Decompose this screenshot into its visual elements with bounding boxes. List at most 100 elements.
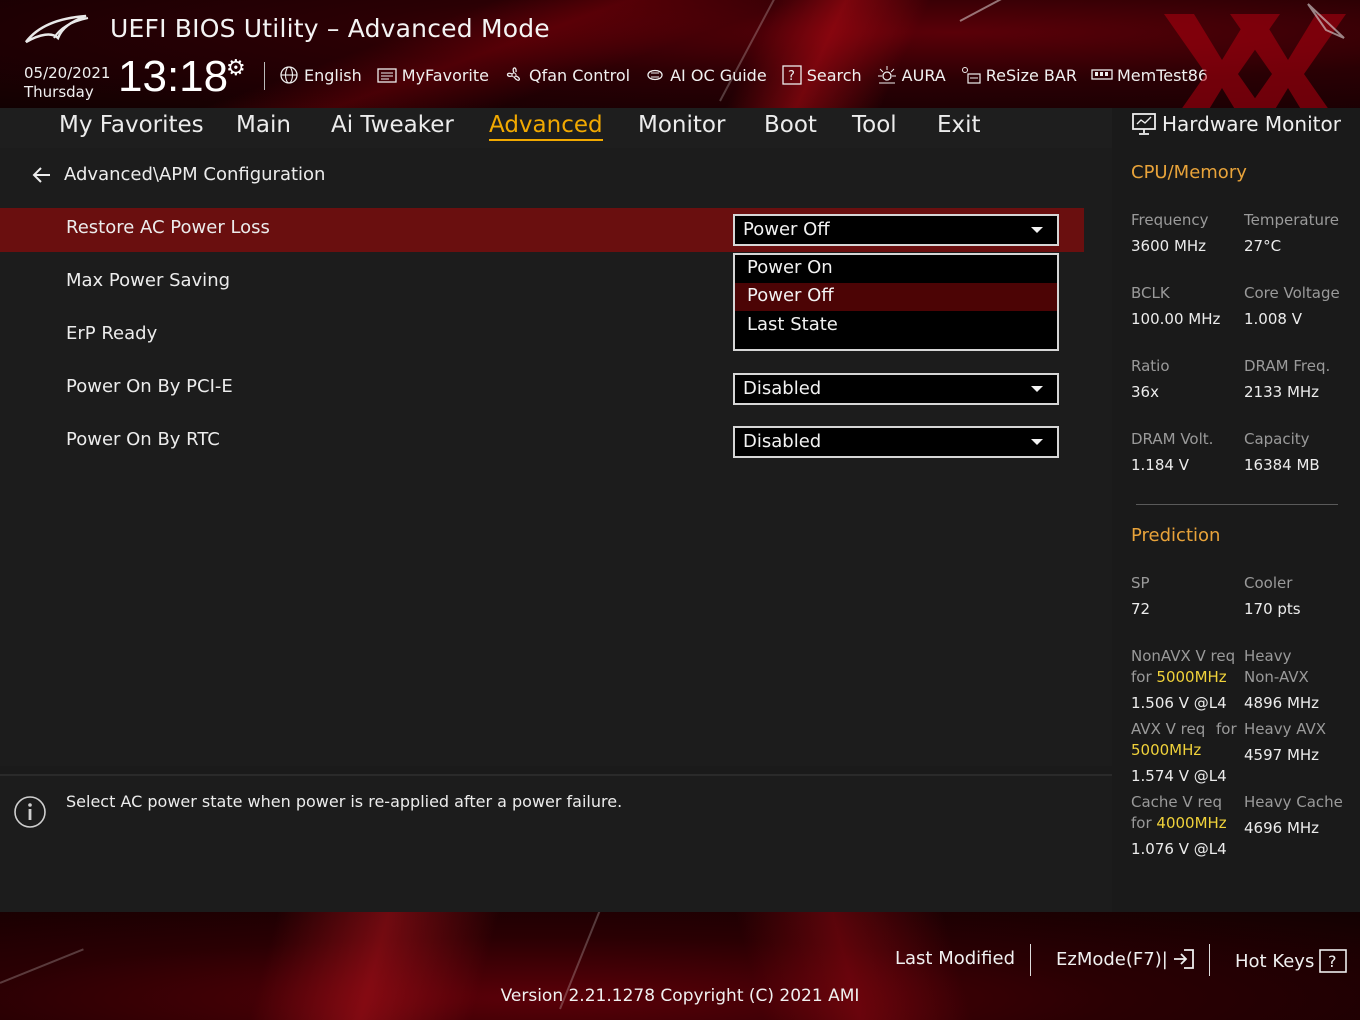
setting-row-restore-ac-power-loss[interactable]: Restore AC Power Loss Power Off [0,208,1084,252]
dropdown-option[interactable]: Power On [735,255,1057,283]
back-arrow-icon[interactable] [30,165,54,185]
aura-icon [877,66,896,84]
ratio-value: 36x [1131,383,1159,401]
tab-tool[interactable]: Tool [852,112,897,138]
tool-label: Search [806,65,862,85]
tab-monitor[interactable]: Monitor [638,112,725,138]
cache-vreq-label: Cache V req [1131,793,1223,811]
heavy-avx-value: 4597 MHz [1244,746,1320,764]
cache-for-label: for 4000MHz [1131,814,1227,832]
tool-label: ReSize BAR [985,65,1077,85]
frequency-value: 3600 MHz [1131,237,1207,255]
dram-volt-value: 1.184 V [1131,456,1189,474]
dropdown-option-selected[interactable]: Power Off [735,283,1057,311]
chevron-down-icon [1031,227,1043,233]
chip-icon [647,69,663,81]
toolbar-divider [264,62,265,90]
for-text: for [1131,814,1152,832]
dropdown-option[interactable]: Last State [735,312,1057,340]
for-text: for [1131,668,1152,686]
tool-label: AURA [901,65,946,85]
breadcrumb: Advanced\APM Configuration [30,164,325,185]
setting-row-power-on-by-rtc[interactable]: Power On By RTC Disabled [0,420,1084,464]
sp-label: SP [1131,574,1150,592]
setting-label: Max Power Saving [66,270,231,291]
cpu-memory-section-title: CPU/Memory [1131,162,1247,183]
setting-label: Power On By RTC [66,429,220,450]
ezmode-label: EzMode(F7)| [1056,948,1168,970]
setting-row-power-on-by-pci-e[interactable]: Power On By PCI-E Disabled [0,367,1084,411]
main-nav-tabs: My Favorites Main Ai Tweaker Advanced Mo… [0,108,1112,149]
temperature-label: Temperature [1244,211,1340,229]
weekday-text: Thursday [24,83,94,101]
heavy-cache-label: Heavy Cache [1244,793,1343,811]
nonavx-vreq-label: NonAVX V req [1131,647,1236,665]
last-modified-label: Last Modified [895,948,1016,969]
breadcrumb-path: Advanced\APM Configuration [64,164,326,185]
avx-vreq-label: AVX V req [1131,720,1206,738]
help-text: Select AC power state when power is re-a… [66,792,623,811]
nonavx-vreq-value: 1.506 V @L4 [1131,694,1227,712]
svg-text:?: ? [788,69,795,84]
app-title: UEFI BIOS Utility – Advanced Mode [110,14,550,43]
settings-panel: Advanced\APM Configuration Restore AC Po… [0,148,1112,766]
restore-ac-power-loss-dropdown[interactable]: Power On Power Off Last State [733,253,1059,351]
capacity-value: 16384 MB [1244,456,1320,474]
tab-boot[interactable]: Boot [764,112,817,138]
ezmode-button[interactable]: EzMode(F7)| [1056,948,1196,970]
tab-main[interactable]: Main [236,112,291,138]
setting-label: Power On By PCI-E [66,376,233,397]
tab-ai-tweaker[interactable]: Ai Tweaker [331,112,454,138]
decor-streak [959,0,1191,22]
tab-my-favorites[interactable]: My Favorites [59,112,204,138]
cache-vreq-value: 1.076 V @L4 [1131,840,1227,858]
ratio-label: Ratio [1131,357,1170,375]
avx-vreq-value: 1.574 V @L4 [1131,767,1227,785]
option-label: Power Off [747,285,834,306]
tool-aura[interactable]: AURA [876,65,946,85]
chevron-down-icon [1031,386,1043,392]
question-mark-icon: ? [1319,949,1348,973]
tool-label: Qfan Control [529,65,631,85]
nonavx-for-label: for 5000MHz [1131,668,1227,686]
cache-freq: 4000MHz [1156,814,1227,832]
heavy-nonavx-label: Heavy [1244,647,1292,665]
memory-icon [1091,69,1113,80]
help-panel: Select AC power state when power is re-a… [0,774,1112,914]
bclk-label: BCLK [1131,284,1170,302]
capacity-label: Capacity [1244,430,1310,448]
tool-label: AI OC Guide [670,65,767,85]
monitor-icon [1132,113,1156,135]
option-label: Power On [747,257,833,278]
clock-settings-gear-icon[interactable]: ⚙ [226,56,246,81]
hot-keys-label: Hot Keys [1235,950,1315,972]
restore-ac-power-loss-select[interactable]: Power Off [733,214,1059,246]
tool-search[interactable]: ? Search [781,65,862,85]
chevron-down-icon [1031,439,1043,445]
tab-advanced[interactable]: Advanced [489,112,603,141]
tool-language[interactable]: English [278,65,362,85]
option-label: Last State [747,314,838,335]
dram-volt-label: DRAM Volt. [1131,430,1214,448]
section-divider [1136,504,1338,505]
tool-myfavorite[interactable]: MyFavorite [376,65,489,85]
prediction-section-title: Prediction [1131,525,1221,546]
favorite-icon [377,68,397,83]
version-copyright: Version 2.21.1278 Copyright (C) 2021 AMI [500,986,860,1006]
tab-exit[interactable]: Exit [937,112,981,138]
sp-value: 72 [1131,600,1151,618]
last-modified-button[interactable]: Last Modified [895,948,1015,969]
info-icon [14,796,46,828]
date-display: 05/20/2021 Thursday [24,64,110,102]
power-on-by-pci-e-select[interactable]: Disabled [733,373,1059,405]
avx-freq: 5000MHz [1131,741,1202,759]
tool-resize-bar[interactable]: ReSize BAR [960,65,1077,85]
hot-keys-button[interactable]: Hot Keys ? [1235,948,1348,974]
power-on-by-rtc-select[interactable]: Disabled [733,426,1059,458]
setting-label: Restore AC Power Loss [66,217,270,238]
tool-qfan-control[interactable]: Qfan Control [503,65,630,85]
toolbar: English MyFavorite Qfan Control AI OC Gu… [278,62,1208,88]
tool-ai-oc-guide[interactable]: AI OC Guide [644,65,767,85]
core-voltage-value: 1.008 V [1244,310,1302,328]
help-search-icon: ? [782,65,802,85]
